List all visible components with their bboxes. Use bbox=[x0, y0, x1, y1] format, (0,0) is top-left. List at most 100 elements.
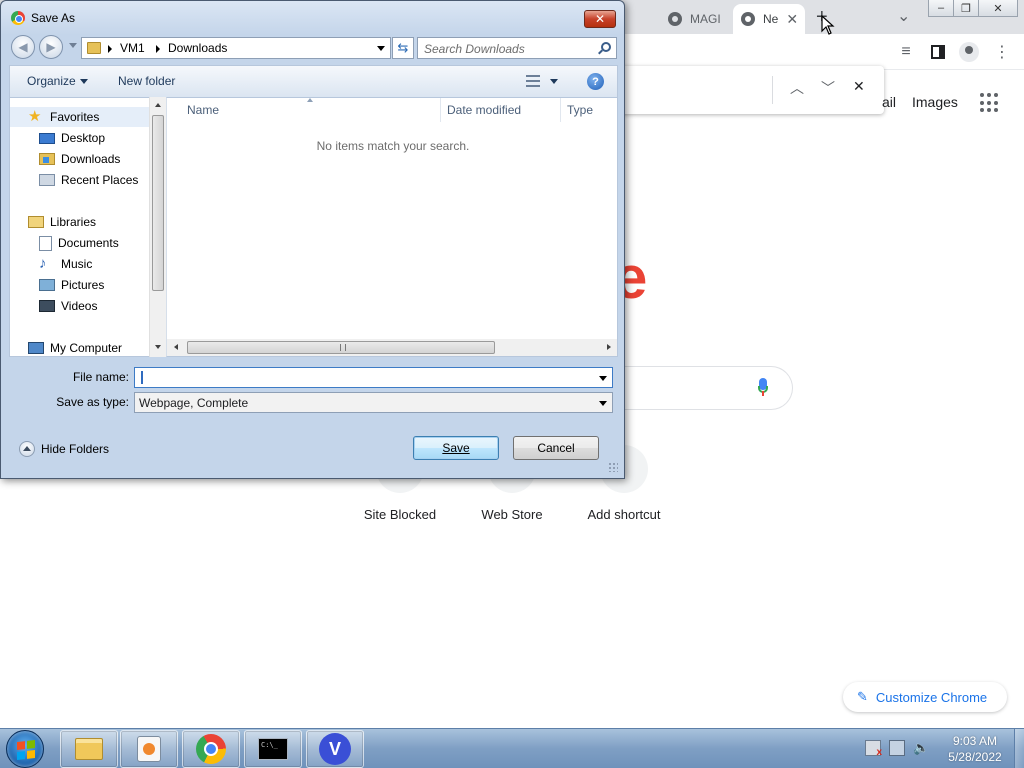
volume-icon[interactable]: 🔈 bbox=[913, 740, 929, 756]
nav-music[interactable]: ♪ Music bbox=[10, 254, 152, 274]
sort-ascending-icon bbox=[307, 98, 313, 102]
images-link[interactable]: Images bbox=[912, 94, 958, 110]
shortcut-add[interactable]: Add shortcut bbox=[569, 507, 679, 522]
chrome-icon bbox=[11, 11, 25, 25]
media-player-icon bbox=[137, 736, 161, 762]
nav-videos[interactable]: Videos bbox=[10, 296, 152, 316]
downloads-folder-icon bbox=[39, 153, 55, 165]
v-app-icon: V bbox=[319, 733, 351, 765]
dialog-close-button[interactable]: ✕ bbox=[584, 10, 616, 28]
nav-documents[interactable]: Documents bbox=[10, 233, 152, 253]
breadcrumb-vm1[interactable]: VM1 bbox=[120, 41, 145, 55]
tab-magi[interactable]: MAGI bbox=[662, 4, 728, 34]
media-control-icon[interactable]: ≡ bbox=[896, 42, 916, 62]
pictures-icon bbox=[39, 279, 55, 291]
nav-label: Pictures bbox=[61, 278, 105, 292]
network-icon[interactable] bbox=[889, 740, 905, 756]
desktop-icon bbox=[39, 132, 55, 144]
restore-button[interactable]: ❐ bbox=[953, 0, 979, 17]
tab-search-icon[interactable]: ⌄ bbox=[897, 6, 910, 26]
find-close-icon[interactable]: ✕ bbox=[853, 78, 865, 95]
mouse-cursor-icon bbox=[821, 14, 835, 35]
taskbar-chrome-button[interactable] bbox=[182, 730, 240, 768]
breadcrumb-arrow-icon[interactable] bbox=[108, 45, 112, 53]
back-button[interactable]: ◀ bbox=[11, 35, 35, 59]
window-close-button[interactable]: ✕ bbox=[978, 0, 1018, 17]
address-bar[interactable]: VM1 Downloads bbox=[81, 37, 391, 59]
taskbar-explorer-button[interactable] bbox=[60, 730, 118, 768]
scrollbar-thumb[interactable] bbox=[187, 341, 495, 354]
gmail-link[interactable]: ail bbox=[882, 94, 896, 110]
nav-pane-scrollbar[interactable] bbox=[149, 97, 166, 357]
folder-icon bbox=[87, 42, 101, 54]
tab-new-tab[interactable]: Ne ✕ bbox=[733, 4, 805, 34]
view-dropdown-icon[interactable] bbox=[550, 79, 558, 84]
find-next-icon[interactable]: ﹀ bbox=[821, 78, 835, 98]
find-bar: ︿ ﹀ ✕ bbox=[610, 66, 884, 114]
scrollbar-thumb[interactable] bbox=[152, 115, 164, 291]
tab-close-icon[interactable]: ✕ bbox=[786, 11, 798, 28]
nav-downloads[interactable]: Downloads bbox=[10, 149, 152, 169]
microphone-icon[interactable] bbox=[755, 378, 771, 398]
chrome-icon bbox=[196, 734, 226, 764]
google-apps-icon[interactable] bbox=[980, 93, 1000, 113]
help-icon[interactable]: ? bbox=[587, 73, 604, 90]
address-dropdown-icon[interactable] bbox=[377, 46, 385, 51]
nav-libraries[interactable]: Libraries bbox=[10, 212, 152, 232]
file-name-dropdown-icon[interactable] bbox=[599, 376, 607, 381]
taskbar-cmd-button[interactable]: C:\_ bbox=[244, 730, 302, 768]
customize-chrome-button[interactable]: ✎ Customize Chrome bbox=[843, 682, 1007, 712]
refresh-icon[interactable]: ⇆ bbox=[392, 37, 414, 59]
nav-label: Videos bbox=[61, 299, 98, 313]
column-header-type[interactable]: Type bbox=[561, 98, 617, 122]
nav-my-computer[interactable]: My Computer bbox=[10, 338, 152, 356]
chevron-down-icon[interactable] bbox=[599, 401, 607, 406]
search-downloads-input[interactable]: Search Downloads bbox=[417, 37, 617, 59]
action-center-icon[interactable] bbox=[865, 740, 882, 758]
resize-grip-icon[interactable] bbox=[608, 462, 618, 472]
system-clock[interactable]: 9:03 AM 5/28/2022 bbox=[940, 733, 1010, 765]
organize-button[interactable]: Organize bbox=[27, 74, 88, 88]
breadcrumb-arrow-icon[interactable] bbox=[156, 45, 160, 53]
nav-favorites[interactable]: ★ Favorites bbox=[10, 107, 152, 127]
scroll-left-arrow-icon[interactable] bbox=[174, 344, 178, 350]
menu-kebab-icon[interactable]: ⋮ bbox=[992, 42, 1012, 62]
start-button[interactable] bbox=[6, 730, 44, 768]
hide-folders-button[interactable]: Hide Folders bbox=[19, 441, 109, 457]
nav-pictures[interactable]: Pictures bbox=[10, 275, 152, 295]
shortcut-web-store[interactable]: Web Store bbox=[457, 507, 567, 522]
nav-desktop[interactable]: Desktop bbox=[10, 128, 152, 148]
save-button[interactable]: Save bbox=[413, 436, 499, 460]
scroll-up-arrow-icon[interactable] bbox=[155, 103, 161, 107]
search-placeholder: Search Downloads bbox=[424, 42, 525, 56]
taskbar-media-player-button[interactable] bbox=[120, 730, 178, 768]
view-list-icon[interactable] bbox=[526, 75, 540, 87]
forward-button[interactable]: ▶ bbox=[39, 35, 63, 59]
column-header-date-modified[interactable]: Date modified bbox=[441, 98, 561, 122]
dialog-titlebar[interactable]: Save As ✕ bbox=[1, 1, 624, 35]
cancel-button[interactable]: Cancel bbox=[513, 436, 599, 460]
tab-title: MAGI bbox=[690, 12, 721, 26]
show-desktop-button[interactable] bbox=[1014, 729, 1024, 768]
minimize-button[interactable]: – bbox=[928, 0, 954, 17]
find-previous-icon[interactable]: ︿ bbox=[790, 78, 804, 98]
chrome-icon bbox=[741, 12, 755, 26]
breadcrumb-downloads[interactable]: Downloads bbox=[168, 41, 227, 55]
nav-label: Documents bbox=[58, 236, 119, 250]
scroll-down-arrow-icon[interactable] bbox=[155, 345, 161, 349]
shortcut-site-blocked[interactable]: Site Blocked bbox=[345, 507, 455, 522]
scroll-right-arrow-icon[interactable] bbox=[607, 344, 611, 350]
chevron-down-icon bbox=[79, 79, 88, 85]
taskbar-v-app-button[interactable]: V bbox=[306, 730, 364, 768]
recent-pages-dropdown[interactable] bbox=[69, 43, 77, 48]
save-as-type-select[interactable]: Webpage, Complete bbox=[134, 392, 613, 413]
file-name-label: File name: bbox=[72, 370, 129, 384]
new-folder-button[interactable]: New folder bbox=[118, 74, 175, 88]
globe-icon bbox=[668, 12, 682, 26]
file-list-horizontal-scrollbar[interactable] bbox=[167, 339, 617, 356]
side-panel-icon[interactable] bbox=[928, 42, 948, 62]
clock-time: 9:03 AM bbox=[952, 734, 998, 748]
nav-recent-places[interactable]: Recent Places bbox=[10, 170, 152, 190]
file-name-input[interactable] bbox=[134, 367, 613, 388]
profile-avatar-icon[interactable] bbox=[959, 42, 979, 62]
